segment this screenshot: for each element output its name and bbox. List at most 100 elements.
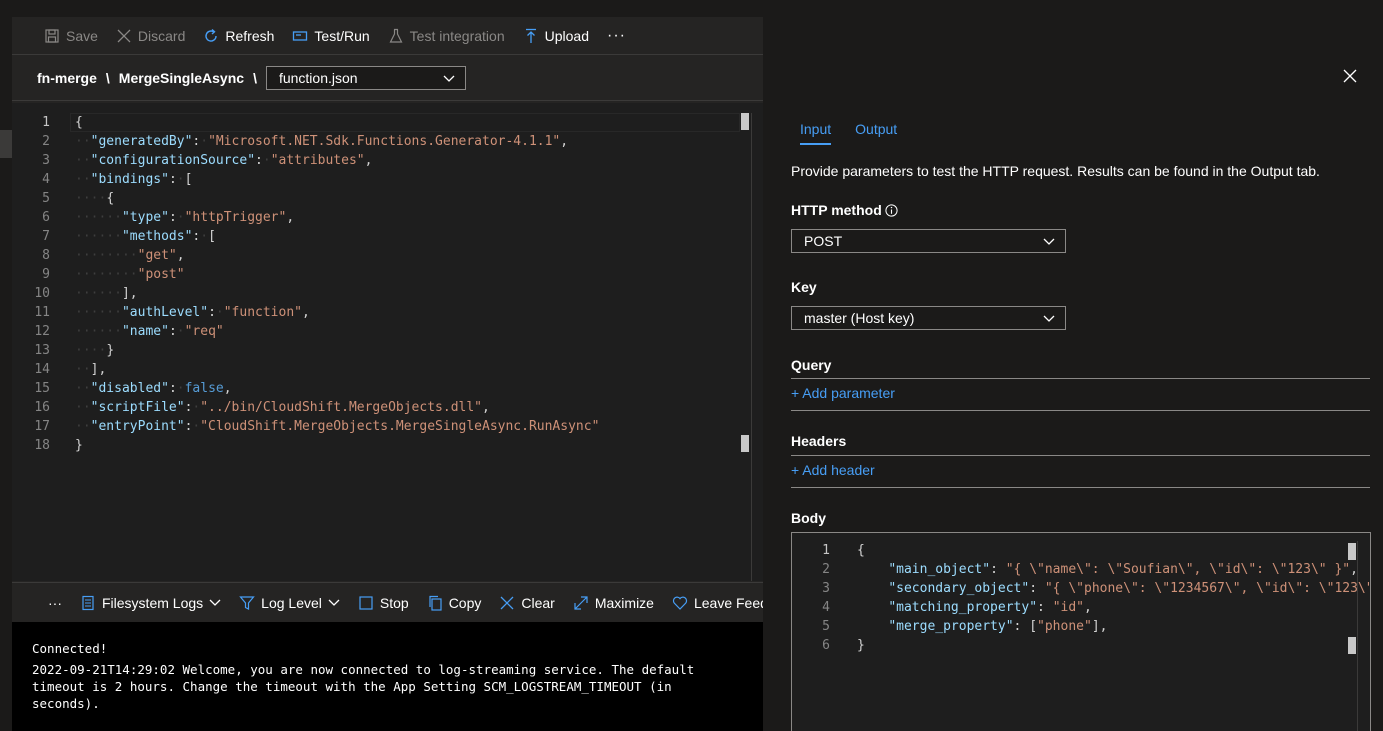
body-editor[interactable]: 1{ 2 "main_object": "{ \"name\": \"Soufi…: [791, 532, 1371, 731]
clear-button[interactable]: Clear: [499, 594, 555, 611]
json-string: "{ \"phone\": \"1234567\", \"id\": \"123…: [1044, 581, 1371, 596]
left-gutter: [0, 17, 12, 731]
breadcrumb-app[interactable]: fn-merge: [37, 70, 97, 86]
key-dropdown[interactable]: master (Host key): [791, 306, 1066, 330]
breadcrumb-separator: \: [253, 69, 257, 86]
copy-label: Copy: [448, 594, 482, 611]
save-button[interactable]: Save: [44, 17, 98, 55]
line-number: 9: [42, 267, 50, 282]
add-parameter-link[interactable]: + Add parameter: [791, 385, 895, 401]
line-number: 3: [42, 153, 50, 168]
code-line: 3 ··"configurationSource":·"attributes",: [12, 151, 740, 170]
code-editor[interactable]: 1{ 2 ··"generatedBy":·"Microsoft.NET.Sdk.…: [12, 103, 763, 581]
upload-button[interactable]: Upload: [523, 17, 589, 55]
code-line: 6}: [792, 636, 1352, 655]
leave-feedback-button[interactable]: Leave Feedback: [672, 595, 763, 611]
line-number: 5: [822, 619, 830, 634]
code-line: 6 ······"type":·"httpTrigger",: [12, 208, 740, 227]
discard-button[interactable]: Discard: [116, 17, 185, 55]
document-icon: [80, 595, 96, 611]
json-key: "name": [121, 324, 169, 339]
test-run-button[interactable]: Test/Run: [292, 17, 370, 55]
discard-label: Discard: [137, 27, 186, 44]
line-number: 13: [34, 343, 50, 358]
http-method-dropdown[interactable]: POST: [791, 229, 1066, 253]
json-string: "httpTrigger": [184, 210, 287, 225]
file-dropdown[interactable]: function.json: [265, 65, 466, 90]
test-run-icon: [292, 28, 308, 44]
panel-description: Provide parameters to test the HTTP requ…: [791, 163, 1320, 179]
save-label: Save: [66, 27, 98, 44]
test-run-label: Test/Run: [314, 27, 370, 44]
code-line: 3 "secondary_object": "{ \"phone\": \"12…: [792, 579, 1370, 598]
json-string: "id": [1052, 600, 1084, 615]
more-icon: ···: [607, 26, 626, 44]
key-value: master (Host key): [804, 310, 915, 326]
scrollbar-marker: [1348, 543, 1356, 560]
gutter-mark: [0, 130, 12, 158]
scrollbar-track[interactable]: [1357, 541, 1358, 731]
close-panel-button[interactable]: [1343, 69, 1361, 87]
filter-icon: [239, 595, 255, 611]
code-line: 15 ··"disabled":·false,: [12, 379, 740, 398]
json-string: "{ \"name\": \"Soufian\", \"id\": \"123\…: [1005, 562, 1351, 577]
refresh-button[interactable]: Refresh: [203, 17, 274, 55]
line-number: 10: [34, 286, 50, 301]
editor-scrollbar[interactable]: [741, 113, 752, 581]
line-number: 11: [34, 305, 50, 320]
code-line: 7 ······"methods":·[: [12, 227, 740, 246]
json-string: "CloudShift.MergeObjects.MergeSingleAsyn…: [200, 419, 600, 434]
code-line: 18}: [12, 436, 740, 455]
code-line: 16 ··"scriptFile":·"../bin/CloudShift.Mer…: [12, 398, 740, 417]
upload-label: Upload: [544, 27, 589, 44]
close-icon: [499, 595, 515, 611]
leave-feedback-label: Leave Feedback: [693, 594, 763, 611]
json-string: "Microsoft.NET.Sdk.Functions.Generator-4…: [208, 134, 561, 149]
line-number: 18: [34, 438, 50, 453]
log-toolbar: ··· Filesystem Logs Log Level Stop Copy …: [12, 582, 763, 622]
stop-label: Stop: [379, 594, 409, 611]
line-number: 7: [42, 229, 50, 244]
log-level-dropdown[interactable]: Log Level: [239, 595, 340, 611]
file-dropdown-value: function.json: [278, 69, 358, 86]
tab-input[interactable]: Input: [800, 121, 832, 145]
chevron-down-icon: [209, 599, 221, 607]
breadcrumb-function[interactable]: MergeSingleAsync: [119, 70, 244, 86]
more-button[interactable]: ···: [607, 17, 626, 55]
test-integration-button[interactable]: Test integration: [388, 17, 505, 55]
clear-label: Clear: [521, 594, 555, 611]
code-line: 8 ········"get",: [12, 246, 740, 265]
stop-button[interactable]: Stop: [358, 595, 409, 611]
maximize-button[interactable]: Maximize: [573, 595, 654, 611]
query-label: Query: [791, 357, 832, 373]
log-message-line: timeout is 2 hours. Change the timeout w…: [32, 679, 672, 694]
add-header-link[interactable]: + Add header: [791, 462, 875, 478]
json-string: "../bin/CloudShift.MergeObjects.dll": [200, 400, 482, 415]
copy-icon: [427, 595, 443, 611]
code-line: 14 ··],: [12, 360, 740, 379]
json-key: "matching_property": [888, 600, 1038, 615]
chevron-down-icon: [443, 70, 455, 86]
json-key: "disabled": [90, 381, 169, 396]
panel-tabs: Input Output: [800, 121, 921, 145]
json-key: "generatedBy": [90, 134, 193, 149]
code-line: 1{: [792, 541, 1352, 560]
json-key: "bindings": [90, 172, 169, 187]
line-number: 1: [42, 115, 50, 130]
tab-output[interactable]: Output: [855, 121, 897, 145]
filesystem-logs-dropdown[interactable]: Filesystem Logs: [80, 595, 221, 611]
log-more-button[interactable]: ···: [48, 595, 62, 611]
line-number: 5: [42, 191, 50, 206]
breadcrumb: fn-merge \ MergeSingleAsync \ function.j…: [12, 55, 763, 101]
line-number: 2: [822, 562, 830, 577]
refresh-icon: [203, 28, 219, 44]
copy-button[interactable]: Copy: [427, 594, 482, 611]
info-icon[interactable]: [885, 203, 898, 217]
json-key: "main_object": [888, 562, 991, 577]
log-connected: Connected!: [32, 641, 108, 656]
scrollbar-marker: [741, 435, 749, 452]
chevron-down-icon: [1043, 310, 1055, 326]
code-line: 2 ··"generatedBy":·"Microsoft.NET.Sdk.Fun…: [12, 132, 740, 151]
json-string: "phone": [1037, 619, 1092, 634]
log-message-line: seconds).: [32, 696, 100, 711]
